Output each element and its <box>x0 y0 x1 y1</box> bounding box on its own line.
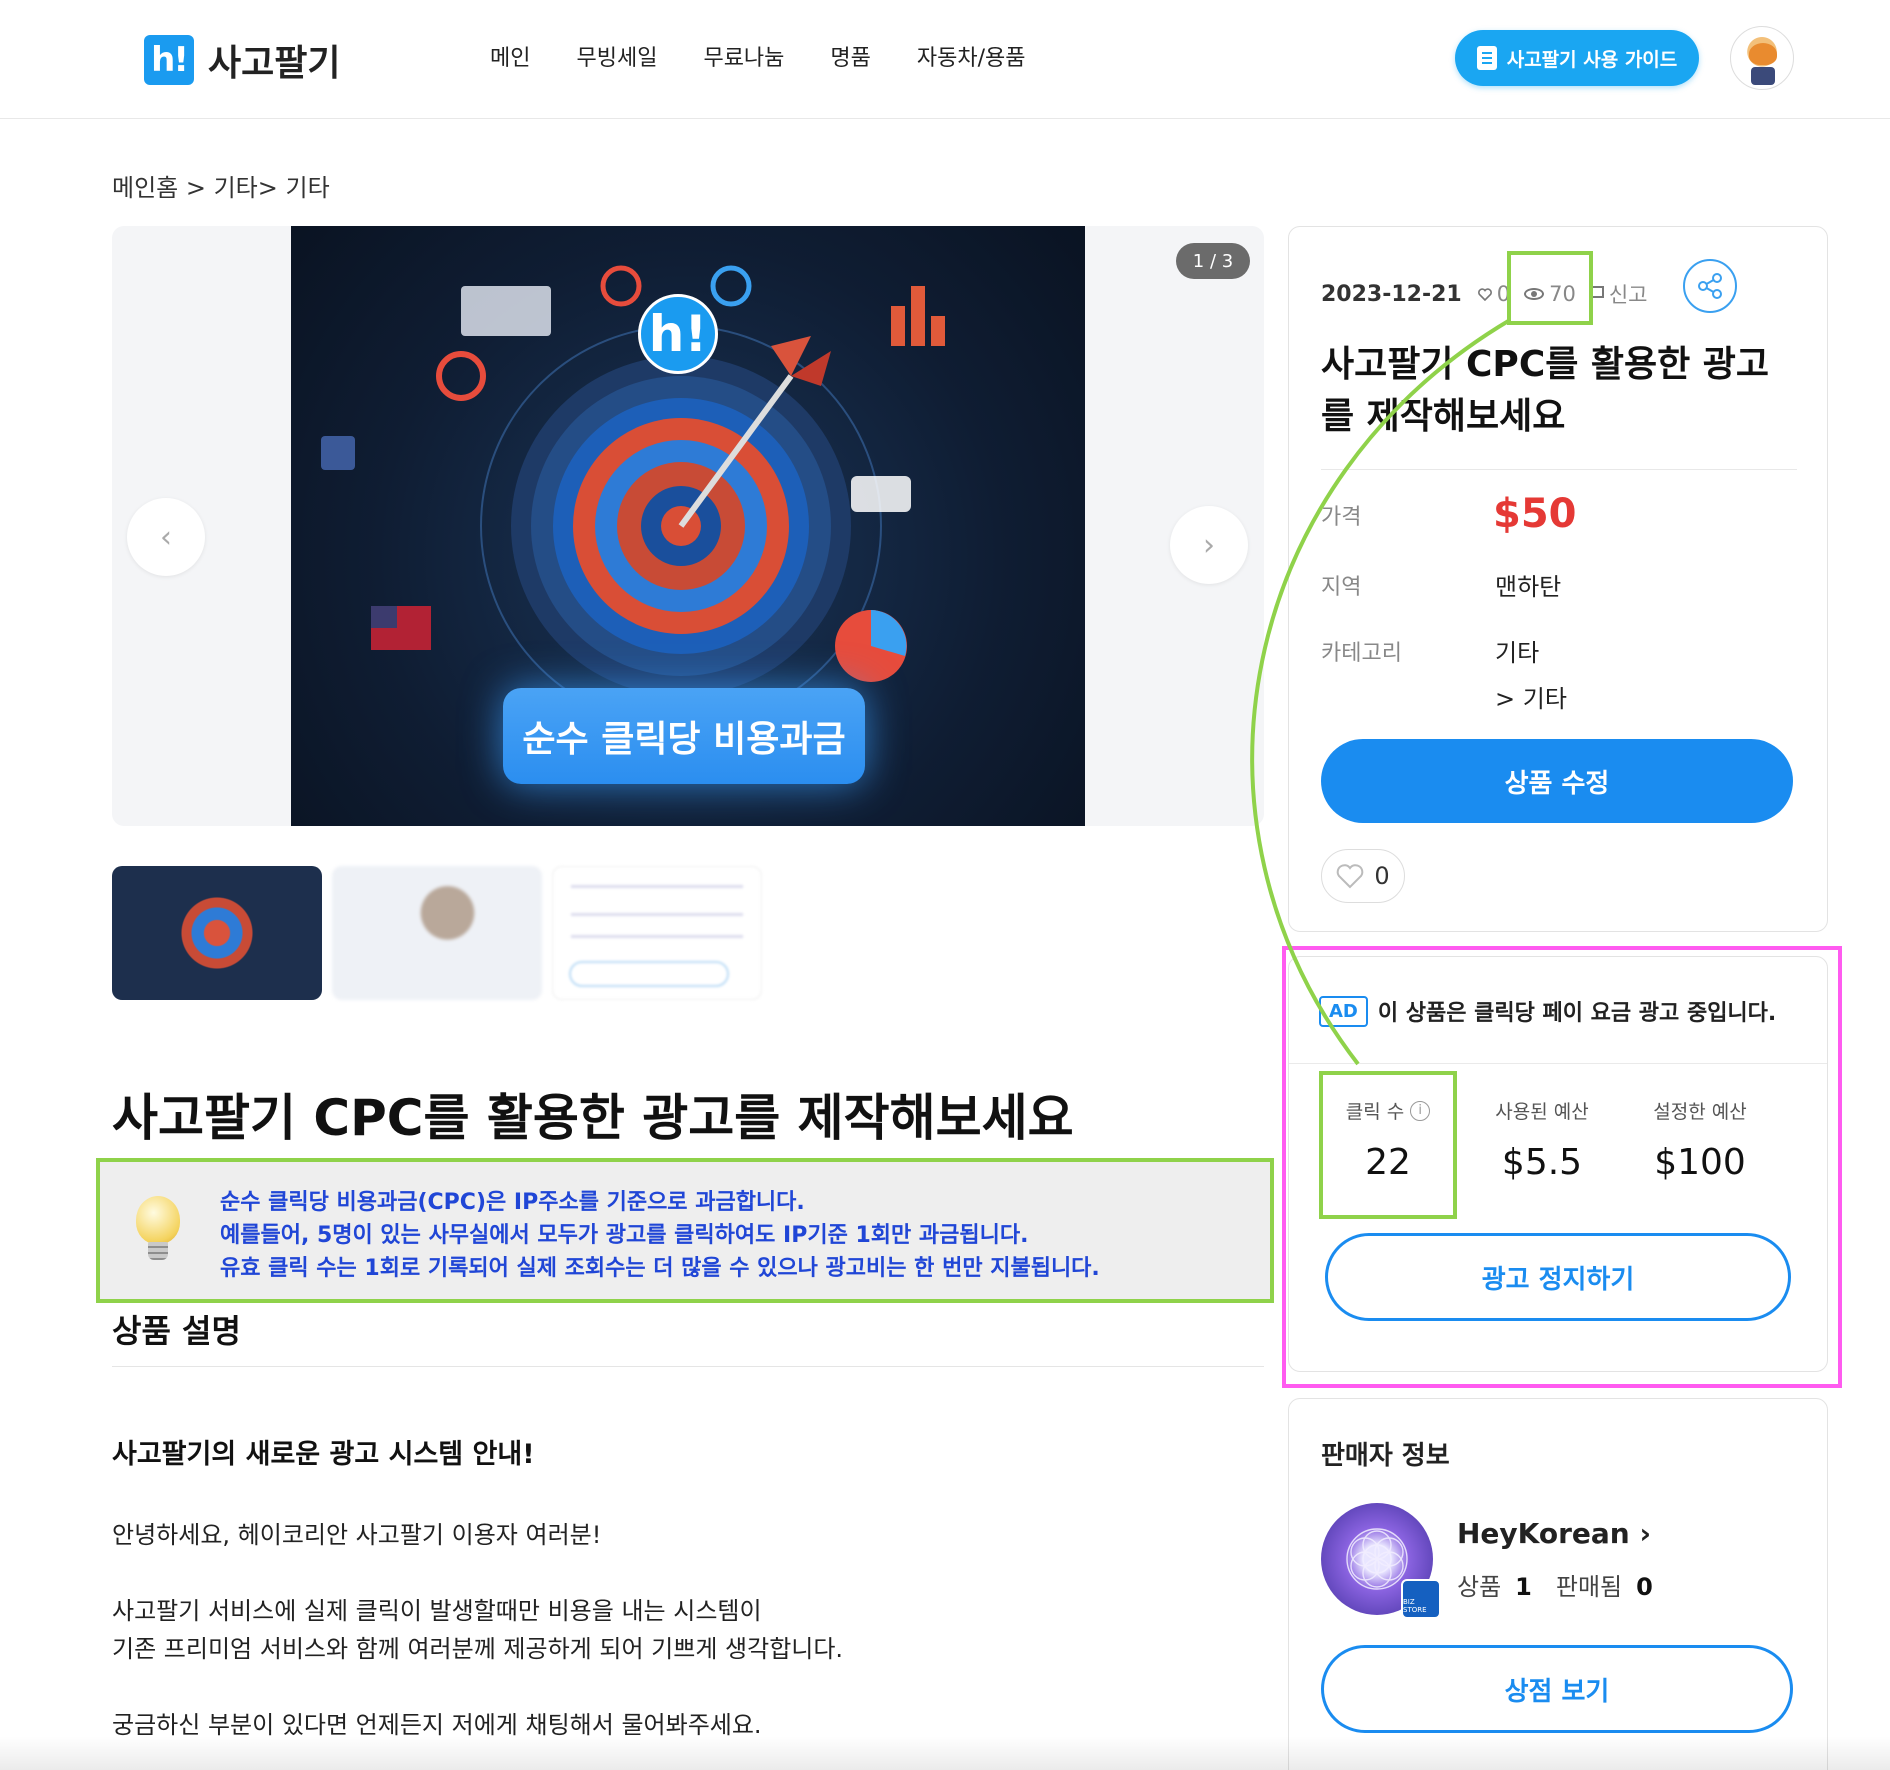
guide-button[interactable]: 사고팔기 사용 가이드 <box>1455 30 1699 86</box>
ad-status-text: 이 상품은 클릭당 페이 요금 광고 중입니다. <box>1377 1001 1777 1026</box>
category-label: 카테고리 <box>1321 641 1402 666</box>
notice-line-1: 순수 클릭당 비용과금(CPC)은 IP주소를 기준으로 과금합니다. <box>220 1190 805 1215</box>
ad-status-card: AD 이 상품은 클릭당 페이 요금 광고 중입니다. 클릭 수 i 22 사용… <box>1288 956 1828 1372</box>
nav-item-luxury[interactable]: 명품 <box>830 40 870 72</box>
nav-item-main[interactable]: 메인 <box>490 40 530 72</box>
spent-label: 사용된 예산 <box>1495 1101 1589 1123</box>
edit-product-button[interactable]: 상품 수정 <box>1321 739 1793 823</box>
thumbnail-1[interactable] <box>112 866 322 1000</box>
description-heading: 상품 설명 <box>112 1312 241 1350</box>
report-link[interactable]: 신고 <box>1589 279 1648 309</box>
clicks-highlight-box <box>1319 1071 1457 1219</box>
region-value: 맨하탄 <box>1495 573 1562 601</box>
thumbnail-3[interactable] <box>552 866 762 1000</box>
prev-image-button[interactable]: ‹ <box>127 498 205 576</box>
price-value: $50 <box>1493 491 1577 537</box>
items-label: 상품 <box>1457 1573 1502 1601</box>
breadcrumb: 메인홈 > 기타> 기타 <box>112 174 330 202</box>
view-store-button[interactable]: 상점 보기 <box>1321 1645 1793 1733</box>
sold-count: 0 <box>1636 1573 1653 1601</box>
meta-row: 2023-12-21 0 70 신고 <box>1321 279 1661 309</box>
like-button[interactable]: 0 <box>1321 849 1405 903</box>
ad-header: AD 이 상품은 클릭당 페이 요금 광고 중입니다. <box>1319 995 1776 1027</box>
budget-label: 설정한 예산 <box>1653 1101 1747 1123</box>
views-highlight-box <box>1507 251 1593 325</box>
cpc-notice: 순수 클릭당 비용과금(CPC)은 IP주소를 기준으로 과금합니다. 예를들어… <box>96 1158 1274 1303</box>
thumbnail-line <box>571 935 743 938</box>
biz-store-badge: BIZ STORE <box>1401 1579 1441 1619</box>
site-header: h! 사고팔기 메인 무빙세일 무료나눔 명품 자동차/용품 사고팔기 사용 가… <box>0 0 1890 119</box>
heart-icon <box>1477 287 1492 301</box>
sold-label: 판매됨 <box>1555 1573 1623 1601</box>
user-avatar[interactable] <box>1730 26 1794 90</box>
spent-value: $5.5 <box>1501 1142 1583 1183</box>
nav-item-free[interactable]: 무료나눔 <box>703 40 784 72</box>
thumbnail-line <box>571 913 743 916</box>
description-paragraph-2b: 기존 프리미엄 서비스와 함께 여러분께 제공하게 되어 기쁘게 생각합니다. <box>112 1635 844 1663</box>
image-caption: 순수 클릭당 비용과금 <box>503 688 865 784</box>
main-nav: 메인 무빙세일 무료나눔 명품 자동차/용품 <box>490 40 1026 72</box>
thumbnail-2[interactable] <box>332 866 542 1000</box>
report-label: 신고 <box>1608 283 1648 307</box>
share-button[interactable] <box>1683 259 1737 313</box>
region-label: 지역 <box>1321 575 1362 600</box>
price-label: 가격 <box>1321 505 1362 530</box>
thumbnail-button-shape <box>569 961 729 987</box>
description-subtitle: 사고팔기의 새로운 광고 시스템 안내! <box>112 1439 535 1470</box>
image-counter: 1 / 3 <box>1176 243 1250 279</box>
notice-line-2: 예를들어, 5명이 있는 사무실에서 모두가 광고를 클릭하여도 IP기준 1회… <box>220 1223 1029 1248</box>
image-logo-mark: h! <box>638 294 718 374</box>
product-title: 사고팔기 CPC를 활용한 광고를 제작해보세요 <box>112 1089 1074 1147</box>
site-logo[interactable]: h! 사고팔기 <box>144 34 340 86</box>
spent-stat: 사용된 예산 $5.5 <box>1467 1097 1617 1183</box>
items-count: 1 <box>1515 1573 1532 1601</box>
description-paragraph-2a: 사고팔기 서비스에 실제 클릭이 발생할때만 비용을 내는 시스템이 <box>112 1597 762 1625</box>
logo-text: 사고팔기 <box>208 43 341 84</box>
notice-text: 순수 클릭당 비용과금(CPC)은 IP주소를 기준으로 과금합니다. 예를들어… <box>220 1186 1100 1285</box>
seller-heading: 판매자 정보 <box>1321 1441 1450 1471</box>
image-gallery: h! 순수 클릭당 비용과금 1 / 3 ‹ › <box>112 226 1264 826</box>
guide-button-label: 사고팔기 사용 가이드 <box>1506 48 1678 71</box>
category-value-1: 기타 <box>1495 639 1540 667</box>
like-count: 0 <box>1477 282 1510 306</box>
chevron-left-icon: ‹ <box>160 519 172 555</box>
nav-item-car[interactable]: 자동차/용품 <box>917 40 1026 72</box>
bottom-shadow <box>0 1736 1890 1770</box>
divider <box>1321 469 1797 470</box>
product-info-card: 2023-12-21 0 70 신고 사고팔기 CPC를 활용한 광고를 제작해… <box>1288 226 1828 932</box>
notice-line-3: 유효 클릭 수는 1회로 기록되어 실제 조회수는 더 많을 수 있으나 광고비… <box>220 1256 1100 1281</box>
budget-stat: 설정한 예산 $100 <box>1625 1097 1775 1183</box>
divider <box>112 1366 1264 1367</box>
post-date: 2023-12-21 <box>1321 281 1462 307</box>
like-button-count: 0 <box>1374 862 1390 890</box>
nav-item-moving-sale[interactable]: 무빙세일 <box>576 40 657 72</box>
product-main-image[interactable]: h! 순수 클릭당 비용과금 <box>291 226 1085 826</box>
next-image-button[interactable]: › <box>1170 506 1248 584</box>
document-icon <box>1476 46 1497 70</box>
seller-name: HeyKorean <box>1457 1517 1630 1550</box>
description-paragraph-1: 안녕하세요, 헤이코리안 사고팔기 이용자 여러분! <box>112 1521 602 1549</box>
chevron-right-icon: › <box>1203 527 1215 563</box>
lightbulb-icon <box>136 1196 180 1266</box>
category-value-2: > 기타 <box>1495 685 1567 713</box>
seller-card: 판매자 정보 BIZ STORE HeyKorean › 상품 1 판매됨 0 상점 … <box>1288 1398 1828 1770</box>
thumbnail-line <box>571 885 743 888</box>
chevron-right-icon: › <box>1639 1517 1652 1550</box>
budget-value: $100 <box>1654 1142 1746 1183</box>
ad-badge: AD <box>1319 995 1368 1027</box>
seller-name-link[interactable]: HeyKorean › <box>1457 1517 1651 1550</box>
card-product-title: 사고팔기 CPC를 활용한 광고를 제작해보세요 <box>1321 344 1770 437</box>
seller-stats: 상품 1 판매됨 0 <box>1457 1567 1677 1602</box>
stop-ad-button[interactable]: 광고 정지하기 <box>1325 1233 1791 1321</box>
divider <box>1289 1063 1827 1064</box>
share-icon <box>1698 273 1722 299</box>
heart-icon <box>1337 864 1364 889</box>
logo-mark: h! <box>144 35 194 85</box>
